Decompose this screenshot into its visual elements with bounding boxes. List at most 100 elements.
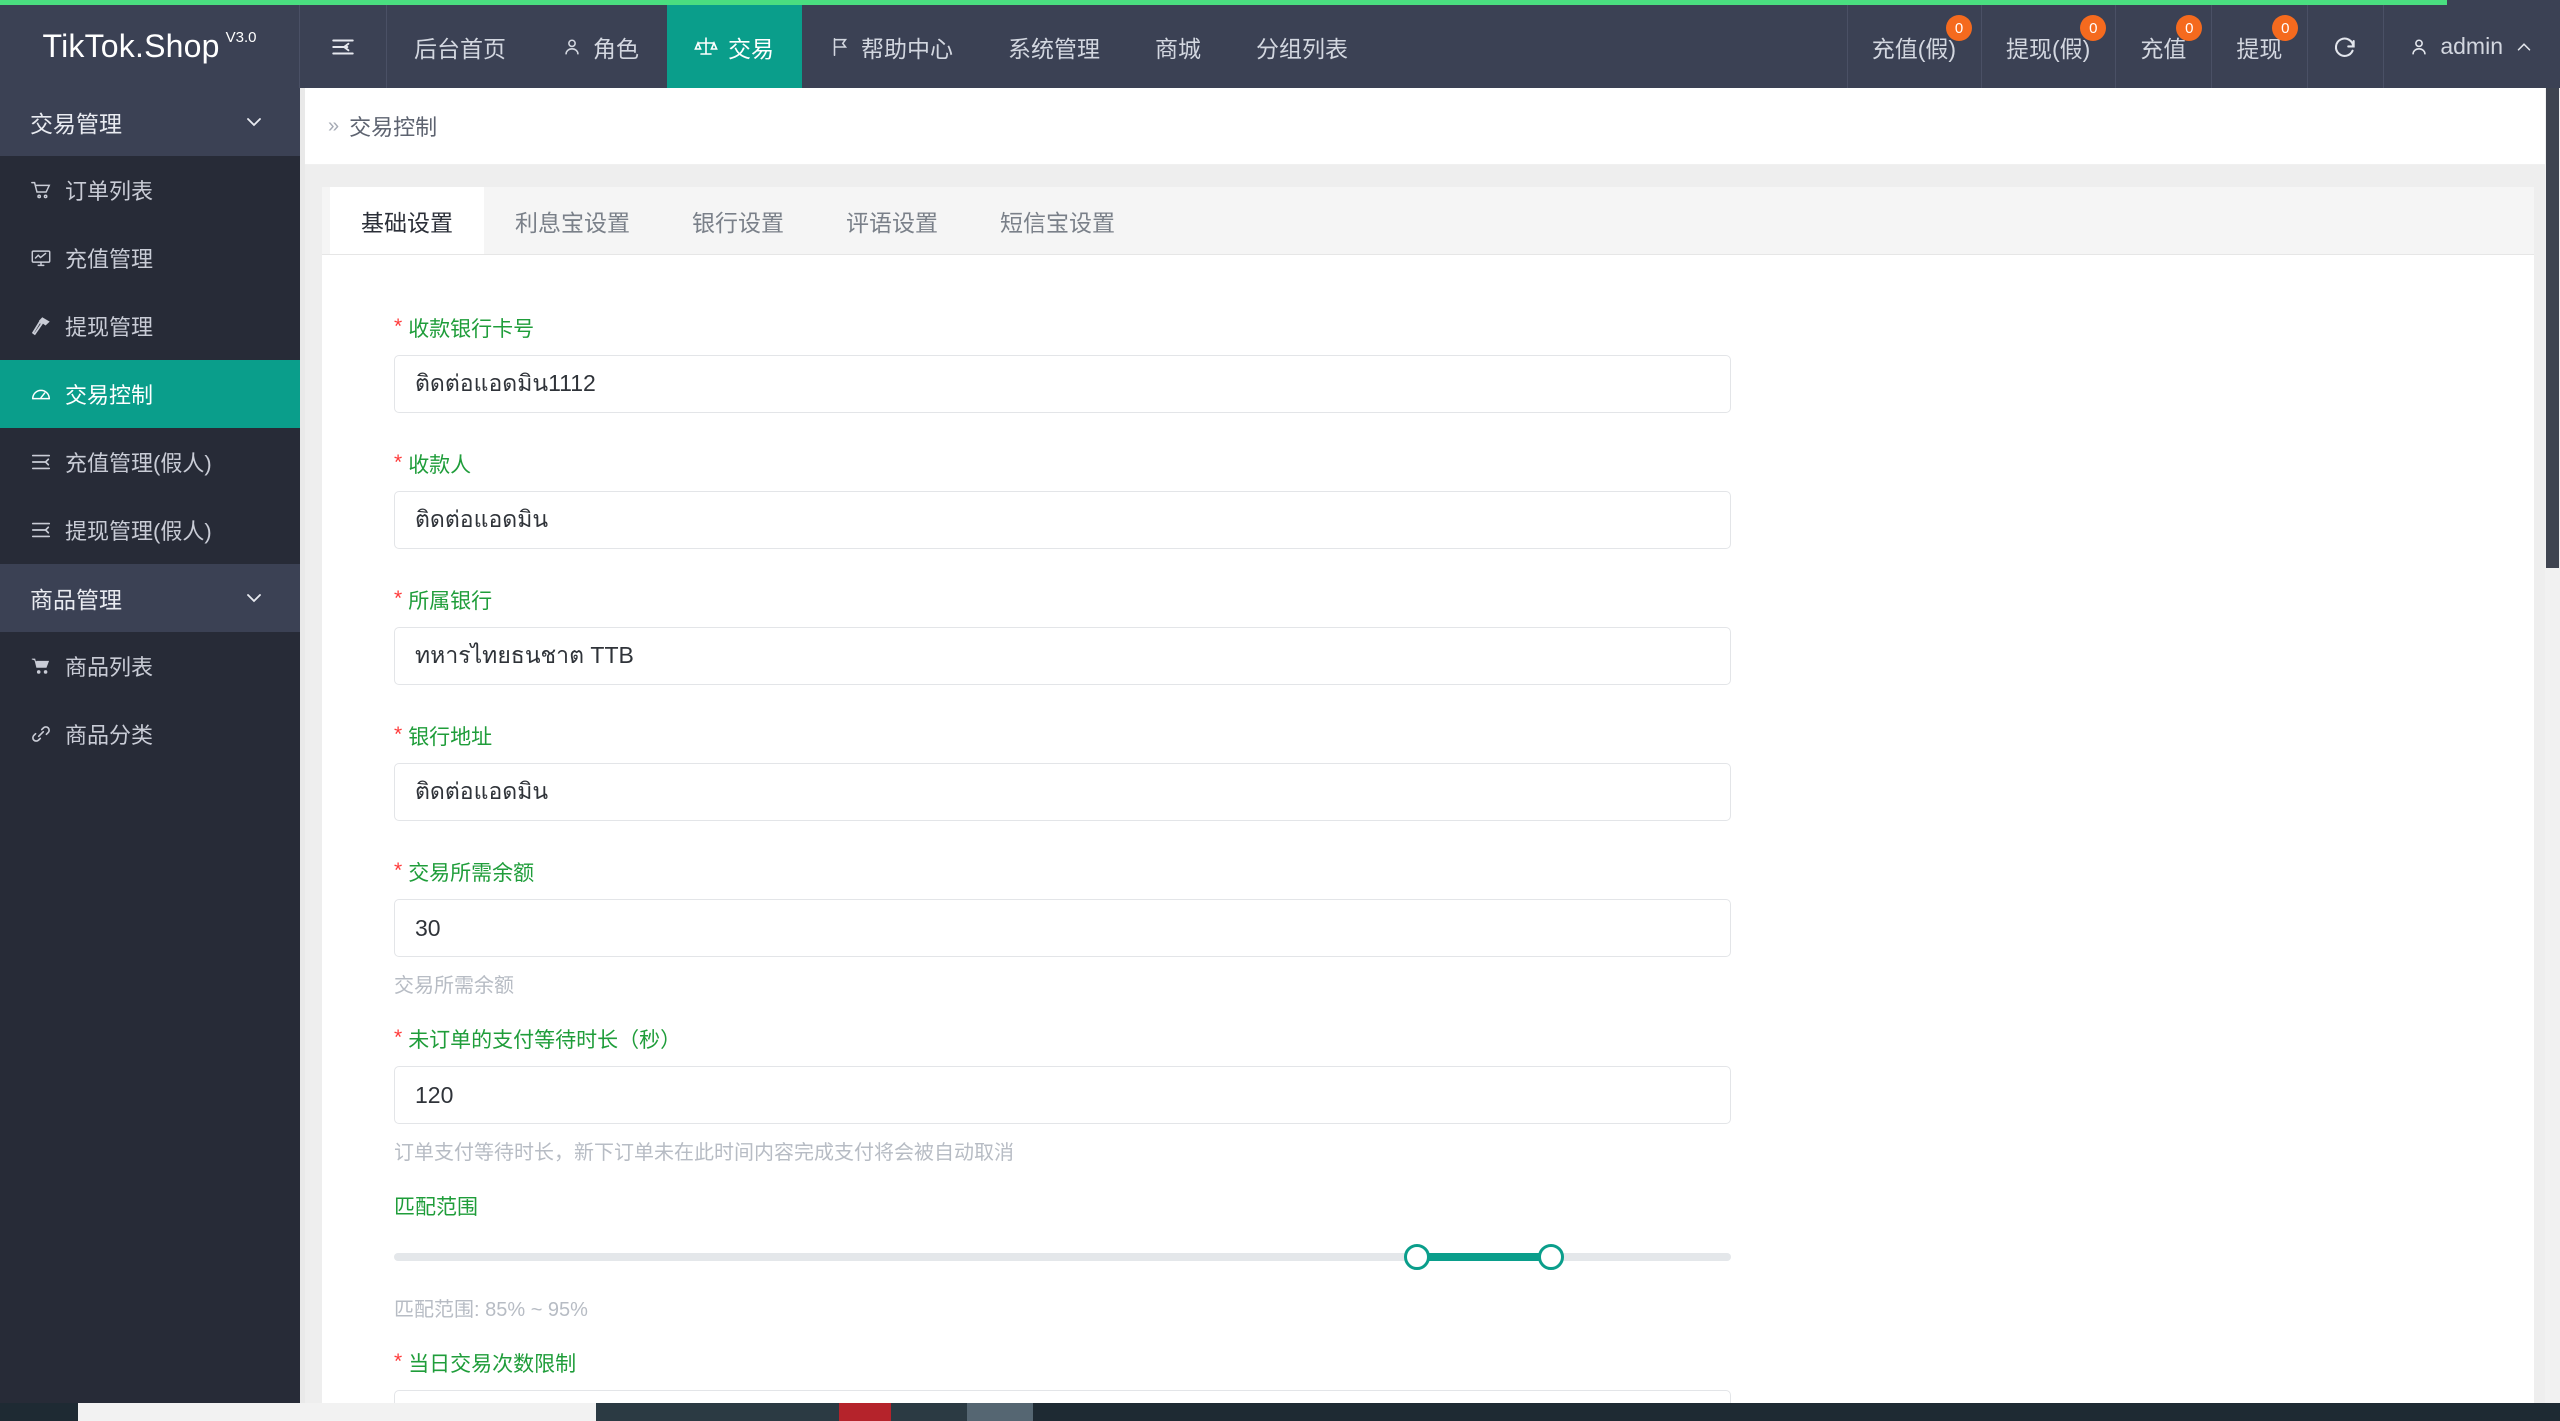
nav-item-label: 分组列表: [1256, 35, 1348, 62]
nav-item-recharge[interactable]: 充值 0: [2115, 5, 2211, 88]
tab-interest-treasure-settings[interactable]: 利息宝设置: [484, 187, 661, 254]
nav-item-mall[interactable]: 商城: [1128, 5, 1229, 88]
sidebar-item-label: 充值管理: [65, 247, 154, 272]
bank-address-input[interactable]: ติดต่อแอดมิน: [394, 763, 1731, 821]
page-scrollbar-thumb[interactable]: [2546, 88, 2559, 568]
taskbar-window-alert[interactable]: [839, 1403, 891, 1421]
field-hint: 交易所需余额: [394, 975, 514, 997]
slider-handle-max[interactable]: [1537, 1244, 1564, 1270]
status-badge: 0: [2176, 15, 2203, 41]
page-scrollbar[interactable]: [2545, 88, 2560, 1403]
sidebar-item-product-list[interactable]: 商品列表: [0, 632, 300, 700]
field-label: * 收款人: [394, 449, 2534, 479]
chevron-down-icon: [242, 586, 266, 610]
tab-basic-settings[interactable]: 基础设置: [330, 187, 484, 254]
settings-tabs: 基础设置 利息宝设置 银行设置 评语设置 短信宝设置: [322, 187, 2534, 255]
taskbar-start[interactable]: [0, 1403, 78, 1421]
nav-item-label: 帮助中心: [861, 35, 953, 62]
top-header: TikTok.Shop V3.0 后台首页 角色 交易 帮助中心 系统管理 商城…: [0, 0, 2560, 88]
page-loading-bar: [0, 0, 2447, 5]
sidebar-divider: [300, 88, 305, 1403]
slider-track-fill: [1416, 1253, 1551, 1261]
field-match-range: 匹配范围 匹配范围: 85% ~ 95%: [394, 1191, 2534, 1322]
cart-filled-icon: [30, 655, 52, 677]
sidebar-group-product-management[interactable]: 商品管理: [0, 564, 300, 632]
taskbar-tray[interactable]: [1033, 1403, 2560, 1421]
sidebar-item-withdraw-management-bot[interactable]: 提现管理(假人): [0, 496, 300, 564]
nav-item-trade[interactable]: 交易: [667, 5, 802, 88]
tab-label: 利息宝设置: [515, 209, 630, 236]
tab-comment-settings[interactable]: 评语设置: [815, 187, 969, 254]
nav-item-label: 后台首页: [414, 35, 506, 62]
basic-settings-form: * 收款银行卡号 ติดต่อแอดมิน1112 * 收款人 ติดต่อแอ…: [322, 255, 2534, 1403]
field-label-text: 未订单的支付等待时长（秒）: [408, 1029, 682, 1052]
match-range-slider[interactable]: [394, 1233, 1731, 1281]
nav-item-recharge-fake[interactable]: 充值(假) 0: [1846, 5, 1981, 88]
field-label-text: 交易所需余额: [408, 862, 535, 885]
sidebar-item-label: 订单列表: [65, 179, 154, 204]
field-hint: 匹配范围: 85% ~ 95%: [394, 1299, 588, 1321]
list-icon: [30, 519, 52, 541]
sidebar-item-order-list[interactable]: 订单列表: [0, 156, 300, 224]
field-label: 匹配范围: [394, 1191, 2534, 1221]
status-badge: 0: [2272, 15, 2299, 41]
nav-item-role[interactable]: 角色: [534, 5, 667, 88]
payment-wait-input[interactable]: 120: [394, 1066, 1731, 1124]
required-asterisk: *: [394, 315, 403, 338]
sidebar-item-withdraw-management[interactable]: 提现管理: [0, 292, 300, 360]
sidebar-item-trade-control[interactable]: 交易控制: [0, 360, 300, 428]
field-label: * 所属银行: [394, 585, 2534, 615]
tab-label: 银行设置: [692, 209, 784, 236]
app-root: TikTok.Shop V3.0 后台首页 角色 交易 帮助中心 系统管理 商城…: [0, 0, 2560, 1421]
taskbar-window[interactable]: [967, 1403, 1033, 1421]
sidebar-group-trade-management[interactable]: 交易管理: [0, 88, 300, 156]
brand-logo[interactable]: TikTok.Shop V3.0: [0, 0, 300, 88]
field-label-text: 所属银行: [408, 590, 493, 613]
field-label-text: 匹配范围: [394, 1196, 478, 1219]
required-balance-input[interactable]: 30: [394, 899, 1731, 957]
sidebar-item-label: 商品列表: [65, 655, 154, 680]
tab-label: 评语设置: [846, 209, 938, 236]
field-hint: 订单支付等待时长，新下订单未在此时间内容完成支付将会被自动取消: [394, 1142, 1014, 1164]
required-asterisk: *: [394, 723, 403, 746]
flag-icon: [829, 36, 851, 58]
sidebar-item-label: 充值管理(假人): [65, 451, 212, 476]
brand-name: TikTok.Shop: [42, 27, 220, 64]
daily-limit-input[interactable]: 60: [394, 1390, 1731, 1403]
nav-item-system-management[interactable]: 系统管理: [981, 5, 1128, 88]
nav-item-withdraw[interactable]: 提现 0: [2211, 5, 2307, 88]
nav-item-help-center[interactable]: 帮助中心: [802, 5, 981, 88]
sidebar-item-recharge-management-bot[interactable]: 充值管理(假人): [0, 428, 300, 496]
field-label: * 未订单的支付等待时长（秒）: [394, 1024, 2534, 1054]
required-asterisk: *: [394, 1026, 403, 1049]
field-label-text: 收款人: [408, 454, 472, 477]
slider-handle-min[interactable]: [1403, 1244, 1430, 1270]
tab-bank-settings[interactable]: 银行设置: [661, 187, 815, 254]
field-bank-address: * 银行地址 ติดต่อแอดมิน: [394, 721, 2534, 821]
user-icon: [2408, 36, 2430, 58]
refresh-button[interactable]: [2307, 5, 2383, 88]
bank-card-input[interactable]: ติดต่อแอดมิน1112: [394, 355, 1731, 413]
hammer-icon: [30, 315, 52, 337]
field-label: * 交易所需余额: [394, 857, 2534, 887]
bank-input[interactable]: ทหารไทยธนชาต TTB: [394, 627, 1731, 685]
nav-item-label: 系统管理: [1008, 35, 1100, 62]
taskbar-window-active[interactable]: [78, 1403, 596, 1421]
taskbar-window[interactable]: [891, 1403, 967, 1421]
nav-item-group-list[interactable]: 分组列表: [1229, 5, 1376, 88]
chevron-up-icon: [2513, 36, 2535, 58]
nav-item-label: 角色: [593, 35, 639, 62]
menu-icon: [330, 34, 356, 60]
sidebar-item-label: 商品分类: [65, 723, 154, 748]
nav-item-withdraw-fake[interactable]: 提现(假) 0: [1981, 5, 2115, 88]
link-icon: [30, 723, 52, 745]
sidebar-group-label: 交易管理: [30, 111, 122, 137]
sidebar-item-recharge-management[interactable]: 充值管理: [0, 224, 300, 292]
user-menu-button[interactable]: admin: [2383, 5, 2560, 88]
tab-sms-treasure-settings[interactable]: 短信宝设置: [969, 187, 1146, 254]
sidebar-toggle-button[interactable]: [300, 5, 387, 88]
payee-input[interactable]: ติดต่อแอดมิน: [394, 491, 1731, 549]
taskbar-window[interactable]: [596, 1403, 839, 1421]
sidebar-item-product-category[interactable]: 商品分类: [0, 700, 300, 768]
nav-item-home[interactable]: 后台首页: [387, 5, 534, 88]
